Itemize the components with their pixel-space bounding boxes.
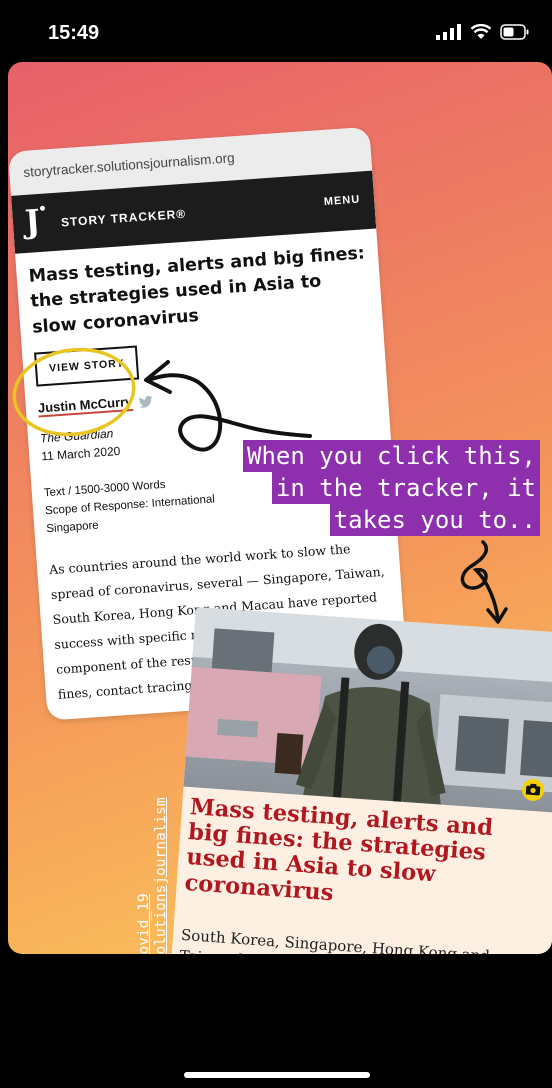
caption-line: takes you to..: [329, 504, 540, 536]
arrowhead: [486, 607, 508, 624]
battery-icon: [500, 24, 529, 40]
signal-icon: [436, 24, 461, 40]
logo-icon: J: [23, 201, 42, 241]
twitter-icon: [138, 395, 153, 408]
curl-arrow-scribble: [460, 540, 500, 622]
guardian-standfirst: South Korea, Singapore, Hong Kong and Ta…: [179, 925, 490, 954]
menu-link: MENU: [323, 193, 361, 209]
tracker-headline: Mass testing, alerts and big fines: the …: [28, 243, 366, 338]
photo-illustration: [185, 607, 552, 805]
wifi-icon: [470, 24, 492, 39]
status-icons: [436, 24, 530, 40]
hazmat-photo: [183, 607, 552, 814]
caption-sticker: When you click this, in the tracker, it …: [243, 440, 540, 536]
hashtag-covid[interactable]: #covid_19: [136, 797, 153, 954]
camera-icon: [522, 778, 545, 801]
guardian-screenshot: Mass testing, alerts and big fines: the …: [166, 607, 552, 954]
clock: 15:49: [48, 22, 100, 44]
home-indicator[interactable]: [184, 1072, 370, 1078]
guardian-headline: Mass testing, alerts and big fines: the …: [183, 794, 494, 906]
brand-name: STORY TRACKER®: [60, 206, 187, 230]
story-canvas[interactable]: storytracker.solutionsjournalism.org J S…: [8, 62, 552, 954]
author-name: Justin McCurry: [37, 394, 134, 418]
hashtag-solutions[interactable]: #solutionsjournalism: [153, 797, 170, 954]
caption-line: When you click this,: [243, 440, 540, 472]
hashtags[interactable]: #covid_19 #solutionsjournalism: [136, 797, 170, 954]
caption-line: in the tracker, it: [271, 472, 540, 504]
logo-dot: [39, 205, 46, 211]
view-story-button: VIEW STORY: [34, 345, 140, 387]
status-bar: 15:49: [0, 0, 552, 62]
